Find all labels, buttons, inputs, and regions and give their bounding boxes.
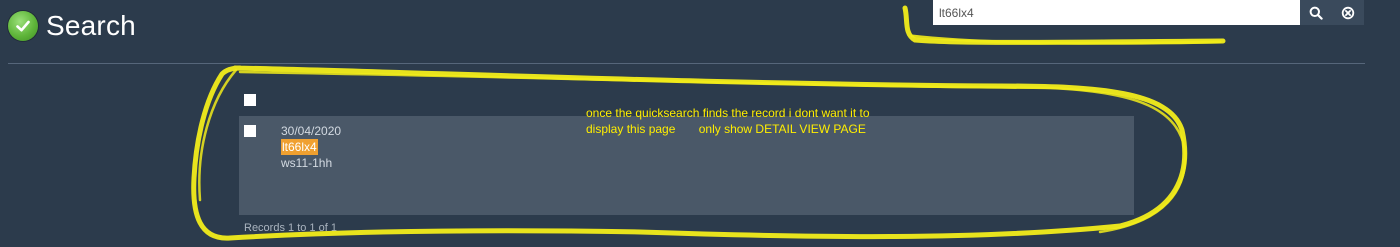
clear-circle-icon[interactable] — [1332, 0, 1364, 25]
result-postcode: ws11-1hh — [281, 156, 333, 170]
annotation-note: once the quicksearch finds the record i … — [586, 105, 870, 137]
row-checkbox[interactable] — [244, 125, 256, 137]
page-header: Search — [8, 10, 136, 42]
quicksearch-bar — [933, 0, 1365, 25]
annotation-line-1: once the quicksearch finds the record i … — [586, 106, 870, 120]
result-details: 30/04/2020 lt66lx4 ws11-1hh — [281, 123, 341, 171]
select-all-checkbox[interactable] — [244, 94, 256, 106]
search-icon[interactable] — [1300, 0, 1332, 25]
result-date: 30/04/2020 — [281, 124, 342, 138]
header-divider — [8, 63, 1365, 64]
page-title: Search — [46, 10, 136, 41]
quicksearch-input[interactable] — [933, 0, 1300, 25]
records-count: Records 1 to 1 of 1 — [244, 222, 337, 234]
annotation-line-2: display this page only show DETAIL VIEW … — [586, 122, 866, 136]
check-circle-icon — [8, 11, 38, 41]
result-reference[interactable]: lt66lx4 — [281, 139, 318, 155]
